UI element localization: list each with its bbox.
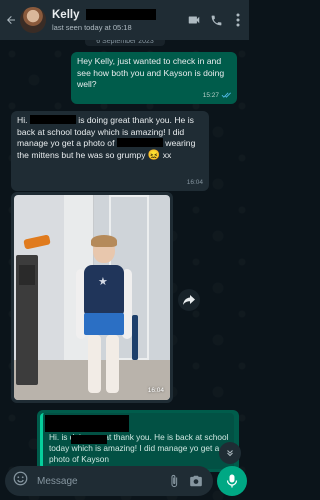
contact-name: Kelly <box>52 8 80 21</box>
redacted-name <box>29 115 76 124</box>
incoming-message[interactable]: Hi. is doing great thank you. He is back… <box>11 111 209 191</box>
grumpy-face-emoji-icon: 😖 <box>147 149 161 161</box>
microphone-button[interactable] <box>217 466 247 496</box>
message-time: 16:04 <box>186 178 203 186</box>
message-meta: 16:04 <box>187 177 203 189</box>
photo-image[interactable]: ★ 16:04 <box>14 195 170 400</box>
scroll-to-bottom-button[interactable] <box>219 442 241 464</box>
video-call-icon[interactable] <box>183 0 205 40</box>
incoming-photo-message[interactable]: ★ 16:04 <box>11 192 173 403</box>
redacted-name <box>116 138 163 147</box>
forward-icon[interactable] <box>178 289 200 311</box>
contact-avatar[interactable] <box>20 7 46 33</box>
last-seen-status: last seen today at 05:18 <box>52 22 132 32</box>
chat-header: Kelly last seen today at 05:18 <box>0 0 249 40</box>
message-meta: 15:27 <box>203 90 231 102</box>
message-time: 16:04 <box>147 386 164 394</box>
message-text: Hi. is doing great thank you. He is back… <box>17 115 196 161</box>
message-text: Hey Kelly, just wanted to check in and s… <box>77 56 225 89</box>
more-options-icon[interactable] <box>227 0 249 40</box>
message-input[interactable]: Message <box>37 476 161 487</box>
microphone-icon <box>226 474 238 488</box>
camera-icon[interactable] <box>187 472 205 490</box>
voice-call-icon[interactable] <box>205 0 227 40</box>
emoji-icon[interactable] <box>13 471 28 491</box>
redacted-quote-author <box>45 415 129 432</box>
read-receipt-icon <box>221 92 231 98</box>
message-input-bar: Message <box>5 466 213 496</box>
contact-info[interactable]: Kelly last seen today at 05:18 <box>52 9 183 32</box>
redacted-surname <box>85 9 156 20</box>
message-time: 15:27 <box>202 91 219 99</box>
attach-icon[interactable] <box>165 472 183 490</box>
outgoing-message[interactable]: Hey Kelly, just wanted to check in and s… <box>71 52 237 104</box>
back-arrow-icon[interactable] <box>3 0 19 40</box>
redacted-name <box>71 435 107 444</box>
